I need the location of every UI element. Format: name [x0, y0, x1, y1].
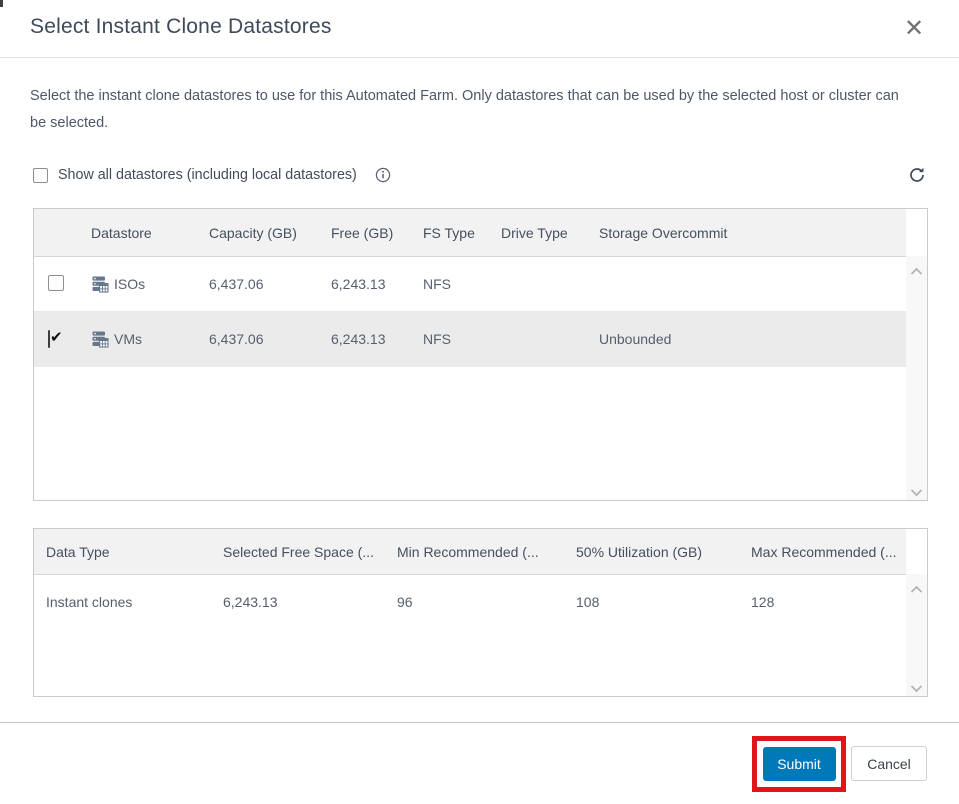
scroll-down-icon[interactable]	[910, 680, 923, 693]
min-recommended-cell: 96	[397, 594, 413, 610]
storage-overcommit-cell: Unbounded	[599, 331, 672, 347]
table-row: Instant clones 6,243.13 96 108 128	[34, 575, 927, 629]
cancel-button[interactable]: Cancel	[851, 746, 927, 781]
table-row[interactable]: ✔ VMs 6,437.06 6,243.13 NFS Unbounded	[34, 312, 927, 367]
col-header-free: Free (GB)	[331, 224, 394, 241]
vertical-scrollbar[interactable]	[906, 574, 927, 696]
submit-button[interactable]: Submit	[762, 747, 836, 781]
scroll-up-icon[interactable]	[910, 581, 923, 593]
selected-free-space-cell: 6,243.13	[223, 594, 278, 610]
refresh-icon[interactable]	[908, 166, 926, 184]
datastore-table-header: Datastore Capacity (GB) Free (GB) FS Typ…	[34, 209, 927, 257]
capacity-cell: 6,437.06	[209, 331, 264, 347]
col-header-fs-type: FS Type	[423, 224, 475, 241]
controls-row: Show all datastores (including local dat…	[0, 160, 959, 190]
checkmark: ✔	[50, 329, 63, 346]
close-icon[interactable]: ✕	[901, 15, 927, 43]
free-cell: 6,243.13	[331, 331, 386, 347]
window-edge-artifact	[0, 0, 3, 7]
row-checkbox[interactable]: ✔	[48, 329, 63, 348]
info-icon[interactable]	[375, 167, 391, 183]
col-header-50-utilization: 50% Utilization (GB)	[576, 543, 703, 560]
max-recommended-cell: 128	[751, 594, 775, 610]
recommendation-table: Data Type Selected Free Space (... Min R…	[33, 528, 928, 697]
datastore-name: VMs	[114, 331, 142, 347]
utilization-50-cell: 108	[576, 594, 600, 610]
col-header-drive-type: Drive Type	[501, 224, 568, 241]
datastore-table: Datastore Capacity (GB) Free (GB) FS Typ…	[33, 208, 928, 501]
header-scrollbar-gap	[906, 209, 927, 256]
col-header-selected-free-space: Selected Free Space (...	[223, 543, 374, 560]
fs-type-cell: NFS	[423, 276, 451, 292]
scroll-up-icon[interactable]	[910, 263, 923, 275]
dialog-titlebar: Select Instant Clone Datastores ✕	[0, 0, 959, 58]
show-all-datastores-label[interactable]: Show all datastores (including local dat…	[58, 167, 357, 183]
scroll-down-icon[interactable]	[910, 484, 923, 497]
capacity-cell: 6,437.06	[209, 276, 264, 292]
datastore-icon	[91, 275, 109, 293]
footer-divider	[0, 722, 959, 723]
col-header-data-type: Data Type	[46, 543, 110, 560]
dialog-title: Select Instant Clone Datastores	[30, 15, 332, 38]
datastore-name-cell: VMs	[91, 330, 209, 348]
show-all-datastores-checkbox[interactable]	[33, 168, 48, 183]
col-header-capacity: Capacity (GB)	[209, 224, 297, 241]
datastore-name-cell: ISOs	[91, 275, 209, 293]
free-cell: 6,243.13	[331, 276, 386, 292]
dialog-description: Select the instant clone datastores to u…	[30, 88, 899, 131]
col-header-min-recommended: Min Recommended (...	[397, 543, 539, 560]
header-scrollbar-gap	[906, 529, 927, 574]
vertical-scrollbar[interactable]	[906, 256, 927, 500]
red-highlight-annotation: Submit	[752, 736, 846, 792]
data-type-cell: Instant clones	[46, 594, 133, 610]
col-header-storage-overcommit: Storage Overcommit	[599, 224, 728, 241]
datastore-name: ISOs	[114, 276, 146, 292]
datastore-icon	[91, 330, 109, 348]
fs-type-cell: NFS	[423, 331, 451, 347]
row-checkbox[interactable]	[48, 274, 64, 291]
table-row[interactable]: ISOs 6,437.06 6,243.13 NFS	[34, 257, 927, 312]
col-header-max-recommended: Max Recommended (...	[751, 543, 897, 560]
recommendation-table-header: Data Type Selected Free Space (... Min R…	[34, 529, 927, 575]
col-header-datastore: Datastore	[91, 224, 152, 241]
